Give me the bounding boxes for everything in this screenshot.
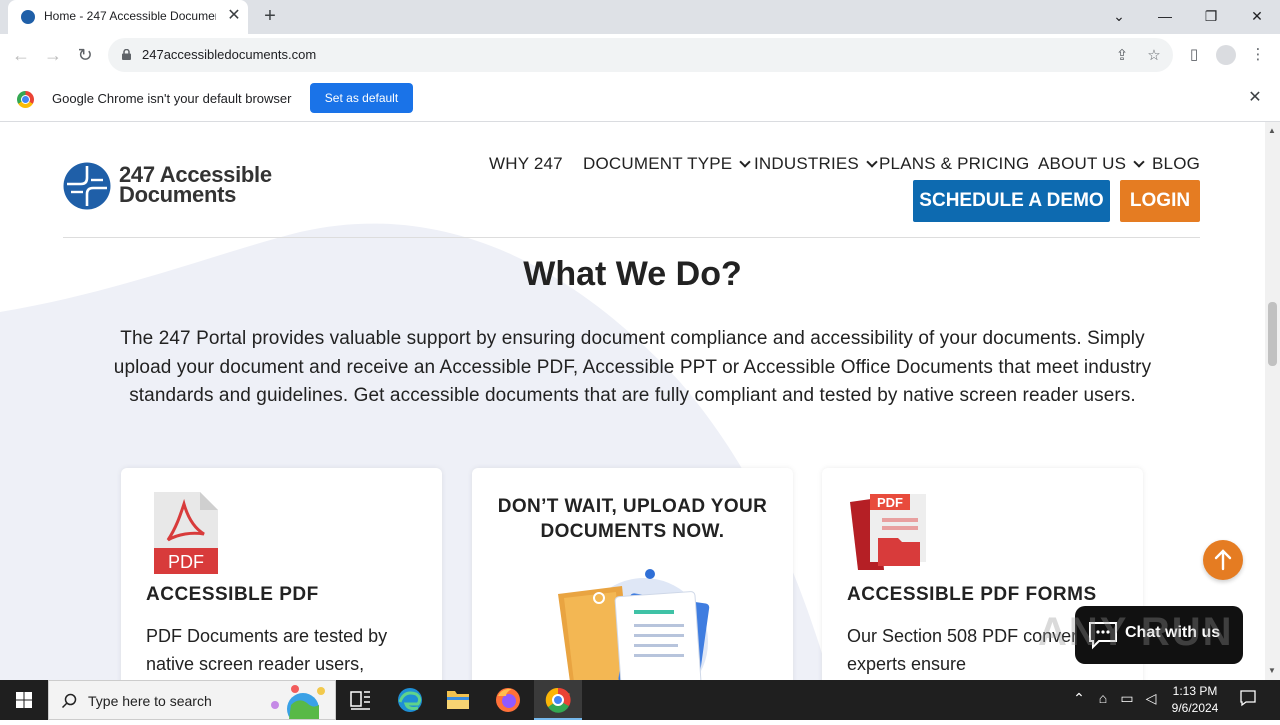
- site-logo[interactable]: 247 Accessible Documents: [63, 162, 293, 212]
- clock-date: 9/6/2024: [1171, 701, 1219, 715]
- search-icon: [61, 693, 77, 709]
- edge-icon: [398, 688, 422, 712]
- edge-taskbar-button[interactable]: [386, 680, 434, 720]
- logo-mark-icon: [63, 162, 111, 210]
- close-tab-icon[interactable]: ✕: [224, 6, 244, 26]
- windows-taskbar: Type here to search ⌃ ⌂ ▭ ◁ 1:13 PM 9/6/…: [0, 680, 1280, 720]
- logo-line-2: Documents: [119, 182, 237, 207]
- nav-blog[interactable]: BLOG: [1152, 154, 1200, 174]
- nav-label: ABOUT US: [1038, 154, 1127, 173]
- watermark: ANY RUN: [1038, 610, 1234, 654]
- tab-search-chevron-icon[interactable]: ⌄: [1104, 4, 1134, 28]
- new-tab-icon[interactable]: +: [258, 4, 282, 28]
- site-favicon-icon: [21, 10, 35, 24]
- scroll-to-top-button[interactable]: [1203, 540, 1243, 580]
- clock-time: 1:13 PM: [1172, 684, 1218, 698]
- firefox-icon: [496, 688, 520, 712]
- restore-icon[interactable]: ❐: [1196, 4, 1226, 28]
- pdf-file-icon: PDF: [154, 492, 218, 574]
- browser-tab[interactable]: Home - 247 Accessible Documents ✕: [8, 0, 248, 34]
- share-icon[interactable]: ⇪: [1111, 45, 1133, 67]
- nav-label: INDUSTRIES: [754, 154, 859, 173]
- nav-industries[interactable]: INDUSTRIES: [754, 154, 878, 174]
- pdf-icon-label: PDF: [168, 552, 204, 572]
- show-hidden-icons-icon[interactable]: ⌃: [1069, 690, 1089, 707]
- chrome-taskbar-button[interactable]: [534, 680, 582, 720]
- card-title: ACCESSIBLE PDF: [146, 584, 319, 605]
- scroll-up-icon[interactable]: ▲: [1268, 126, 1276, 135]
- address-bar[interactable]: 247accessibledocuments.com ⇪ ☆: [108, 38, 1173, 72]
- close-window-icon[interactable]: ✕: [1242, 4, 1272, 28]
- nav-label: PLANS & PRICING: [879, 154, 1030, 173]
- schedule-demo-button[interactable]: SCHEDULE A DEMO: [913, 180, 1110, 222]
- section-intro: The 247 Portal provides valuable support…: [113, 328, 1152, 406]
- set-as-default-button[interactable]: Set as default: [310, 83, 413, 113]
- tab-strip: Home - 247 Accessible Documents ✕ + ⌄ — …: [0, 0, 1280, 34]
- arrow-up-icon: [1214, 549, 1232, 571]
- close-infobar-icon[interactable]: ✕: [1245, 88, 1265, 108]
- nav-label: WHY 247: [489, 154, 563, 173]
- nav-label: DOCUMENT TYPE: [583, 154, 733, 173]
- volume-icon[interactable]: ◁: [1141, 690, 1161, 707]
- url-text: 247accessibledocuments.com: [142, 47, 317, 62]
- menu-kebab-icon[interactable]: ⋮: [1245, 42, 1271, 68]
- task-view-button[interactable]: [336, 680, 384, 720]
- documents-folder-illustration-icon: [558, 569, 710, 680]
- logo-text: 247 Accessible Documents: [119, 164, 272, 207]
- chevron-down-icon: [866, 156, 878, 168]
- reload-icon[interactable]: ↻: [72, 42, 98, 68]
- minimize-icon[interactable]: —: [1150, 4, 1180, 28]
- nav-document-type[interactable]: DOCUMENT TYPE: [583, 154, 751, 174]
- card-title: DON’T WAIT, UPLOAD YOUR DOCUMENTS NOW.: [472, 494, 793, 544]
- pdf-forms-icon: PDF: [850, 494, 926, 570]
- firefox-taskbar-button[interactable]: [484, 680, 532, 720]
- forward-icon[interactable]: →: [40, 42, 66, 68]
- card-upload-now[interactable]: DON’T WAIT, UPLOAD YOUR DOCUMENTS NOW.: [472, 468, 793, 680]
- search-highlight-globe-icon: [271, 685, 325, 719]
- login-button[interactable]: LOGIN: [1120, 180, 1200, 222]
- default-browser-infobar: Google Chrome isn't your default browser…: [0, 76, 1280, 122]
- chrome-logo-icon: [17, 91, 34, 108]
- web-page: 247 Accessible Documents WHY 247 DOCUMEN…: [0, 122, 1265, 680]
- chevron-down-icon: [739, 156, 751, 168]
- taskbar-search-box[interactable]: Type here to search: [48, 680, 336, 720]
- display-icon[interactable]: ▭: [1117, 690, 1137, 707]
- notifications-icon[interactable]: [1237, 689, 1259, 710]
- chevron-down-icon: [1133, 156, 1145, 168]
- page-scrollbar[interactable]: ▲ ▼: [1265, 122, 1280, 680]
- pdf-forms-icon-label: PDF: [877, 495, 903, 510]
- card-title-line-1: DON’T WAIT, UPLOAD YOUR: [497, 496, 768, 517]
- side-panel-icon[interactable]: ▯: [1181, 42, 1207, 68]
- browser-toolbar: ← → ↻ 247accessibledocuments.com ⇪ ☆ ▯ ⋮: [0, 34, 1280, 76]
- network-icon[interactable]: ⌂: [1093, 690, 1113, 706]
- taskbar-clock[interactable]: 1:13 PM 9/6/2024: [1162, 683, 1228, 717]
- profile-avatar-icon[interactable]: [1213, 42, 1239, 68]
- folder-icon: [447, 691, 469, 709]
- start-button[interactable]: [0, 680, 48, 720]
- scroll-down-icon[interactable]: ▼: [1268, 666, 1276, 675]
- card-text: PDF Documents are tested by native scree…: [146, 626, 388, 674]
- scrollbar-thumb[interactable]: [1268, 302, 1277, 366]
- notification-bubble-icon: [1240, 690, 1256, 707]
- card-title: ACCESSIBLE PDF FORMS: [847, 584, 1097, 605]
- nav-why-247[interactable]: WHY 247: [489, 154, 563, 174]
- nav-plans-pricing[interactable]: PLANS & PRICING: [879, 154, 1029, 174]
- lock-icon: [122, 49, 131, 60]
- header-divider: [63, 237, 1200, 238]
- tab-title: Home - 247 Accessible Documents: [44, 9, 216, 23]
- nav-about-us[interactable]: ABOUT US: [1038, 154, 1145, 174]
- bookmark-star-icon[interactable]: ☆: [1143, 45, 1165, 67]
- section-heading: What We Do?: [523, 255, 742, 293]
- search-placeholder: Type here to search: [88, 693, 212, 709]
- file-explorer-taskbar-button[interactable]: [434, 680, 482, 720]
- card-accessible-pdf[interactable]: PDF ACCESSIBLE PDF PDF Documents are tes…: [121, 468, 442, 680]
- back-icon[interactable]: ←: [8, 42, 34, 68]
- windows-logo-icon: [16, 692, 32, 708]
- chrome-icon: [545, 687, 571, 713]
- nav-label: BLOG: [1152, 154, 1201, 173]
- task-view-icon: [350, 691, 370, 710]
- card-title-line-2: DOCUMENTS NOW.: [540, 521, 725, 542]
- infobar-message: Google Chrome isn't your default browser: [52, 91, 292, 106]
